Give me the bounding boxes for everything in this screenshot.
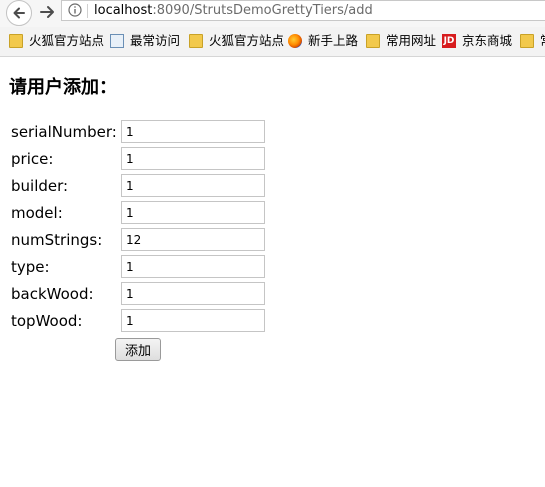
forward-button[interactable]	[38, 2, 58, 22]
builder-label: builder:	[11, 177, 69, 195]
bookmark-label: 最常访问	[130, 33, 181, 48]
url-host: localhost	[94, 3, 153, 18]
type-input[interactable]	[121, 255, 265, 278]
builder-input[interactable]	[121, 174, 265, 197]
browser-navigation-bar: localhost:8090/StrutsDemoGrettyTiers/add	[0, 0, 545, 27]
url-bar[interactable]: localhost:8090/StrutsDemoGrettyTiers/add	[61, 0, 545, 21]
bookmarks-toolbar: 火狐官方站点 最常访问 火狐官方站点 新手上路 常用网址 JD 京东商城 常	[0, 27, 545, 57]
folder-icon	[9, 34, 23, 48]
serial-number-input[interactable]	[121, 120, 265, 143]
bookmark-label: 火狐官方站点	[29, 33, 105, 48]
bookmark-label: 常	[540, 33, 545, 48]
price-input[interactable]	[121, 147, 265, 170]
top-wood-input[interactable]	[121, 309, 265, 332]
type-label: type:	[11, 258, 50, 276]
url-path: :8090/StrutsDemoGrettyTiers/add	[152, 3, 373, 18]
bookmark-item[interactable]: 火狐官方站点	[189, 32, 284, 50]
folder-icon	[520, 34, 534, 48]
site-info-icon[interactable]	[68, 3, 82, 17]
most-visited-icon	[110, 34, 124, 48]
back-button[interactable]	[6, 0, 32, 26]
folder-icon	[366, 34, 380, 48]
bookmark-item[interactable]: 新手上路	[288, 32, 358, 50]
back-arrow-icon	[13, 7, 25, 19]
back-wood-input[interactable]	[121, 282, 265, 305]
serial-number-label: serialNumber:	[11, 123, 117, 141]
add-submit-button[interactable]: 添加	[115, 338, 161, 361]
jd-icon: JD	[442, 34, 456, 48]
bookmark-label: 京东商城	[462, 33, 513, 48]
firefox-icon	[288, 34, 302, 48]
top-wood-label: topWood:	[11, 312, 83, 330]
folder-icon	[189, 34, 203, 48]
bookmark-label: 常用网址	[386, 33, 437, 48]
bookmark-item[interactable]: 火狐官方站点	[9, 32, 104, 50]
forward-arrow-icon	[40, 6, 54, 18]
price-label: price:	[11, 150, 54, 168]
bookmark-item[interactable]: 常	[520, 32, 545, 50]
url-separator	[87, 4, 88, 18]
model-label: model:	[11, 204, 63, 222]
page-title: 请用户添加：	[9, 77, 117, 98]
bookmark-item[interactable]: 常用网址	[366, 32, 436, 50]
bookmark-label: 火狐官方站点	[209, 33, 285, 48]
num-strings-label: numStrings:	[11, 231, 103, 249]
model-input[interactable]	[121, 201, 265, 224]
bookmark-label: 新手上路	[308, 33, 359, 48]
bookmark-item[interactable]: JD 京东商城	[442, 32, 512, 50]
num-strings-input[interactable]	[121, 228, 265, 251]
bookmark-item[interactable]: 最常访问	[110, 32, 180, 50]
url-text[interactable]: localhost:8090/StrutsDemoGrettyTiers/add	[94, 2, 373, 19]
back-wood-label: backWood:	[11, 285, 94, 303]
